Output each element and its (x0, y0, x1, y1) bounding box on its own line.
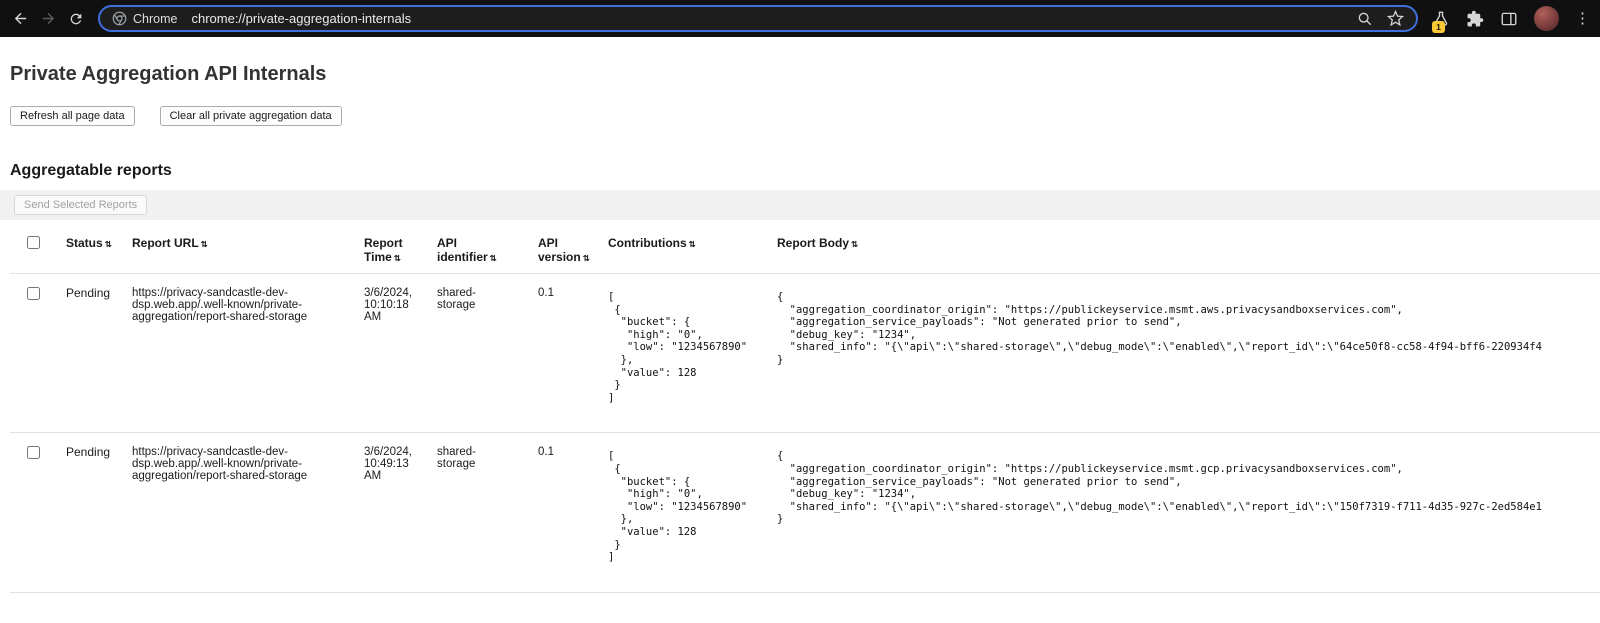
extension-action-button[interactable]: 1 (1432, 10, 1450, 28)
status-cell: Pending (66, 433, 132, 592)
report-time-cell: 3/6/2024, 10:10:18 AM (364, 274, 437, 433)
column-header-api-identifier[interactable]: API identifier⇅ (437, 226, 538, 274)
report-body-cell: { "aggregation_coordinator_origin": "htt… (777, 433, 1600, 592)
back-button[interactable] (6, 5, 34, 33)
report-url-cell: https://privacy-sandcastle-dev-dsp.web.a… (132, 274, 364, 433)
chrome-page-chip: Chrome (112, 11, 177, 26)
three-dot-menu-icon: ⋮ (1575, 11, 1590, 26)
reports-table: Status⇅ Report URL⇅ Report Time⇅ API ide… (10, 226, 1600, 593)
column-header-report-body[interactable]: Report Body⇅ (777, 226, 1600, 274)
contributions-json: [ { "bucket": { "high": "0", "low": "123… (608, 291, 765, 404)
sort-icon: ⇅ (689, 239, 696, 249)
contributions-json: [ { "bucket": { "high": "0", "low": "123… (608, 450, 765, 563)
reload-icon (68, 11, 84, 27)
reload-button[interactable] (62, 5, 90, 33)
url-text: chrome://private-aggregation-internals (191, 11, 411, 26)
sort-icon: ⇅ (583, 253, 590, 263)
browser-toolbar: Chrome chrome://private-aggregation-inte… (0, 0, 1600, 37)
forward-button[interactable] (34, 5, 62, 33)
column-header-contributions[interactable]: Contributions⇅ (608, 226, 777, 274)
table-toolbar: Send Selected Reports (0, 190, 1600, 220)
bookmark-button[interactable] (1387, 10, 1404, 27)
sort-icon: ⇅ (394, 253, 401, 263)
page-content: Private Aggregation API Internals Refres… (0, 63, 1600, 593)
status-cell: Pending (66, 274, 132, 433)
page-actions: Refresh all page data Clear all private … (10, 106, 1590, 126)
sort-icon: ⇅ (201, 239, 208, 249)
column-header-api-version[interactable]: API version⇅ (538, 226, 608, 274)
chrome-logo-icon (112, 11, 127, 26)
sort-icon: ⇅ (851, 239, 858, 249)
star-icon (1387, 10, 1404, 27)
row-checkbox[interactable] (27, 287, 40, 300)
puzzle-icon (1466, 10, 1484, 28)
select-all-checkbox[interactable] (27, 236, 40, 249)
side-panel-button[interactable] (1500, 10, 1518, 28)
extensions-button[interactable] (1466, 10, 1484, 28)
column-header-report-url[interactable]: Report URL⇅ (132, 226, 364, 274)
send-selected-reports-button[interactable]: Send Selected Reports (14, 195, 147, 215)
refresh-all-button[interactable]: Refresh all page data (10, 106, 135, 126)
avatar (1534, 6, 1559, 31)
report-time-cell: 3/6/2024, 10:49:13 AM (364, 433, 437, 592)
report-body-json: { "aggregation_coordinator_origin": "htt… (777, 450, 1600, 526)
sort-icon: ⇅ (490, 253, 497, 263)
zoom-button[interactable] (1357, 11, 1373, 27)
magnifier-icon (1357, 11, 1373, 27)
browser-menu-button[interactable]: ⋮ (1575, 11, 1590, 26)
contributions-cell: [ { "bucket": { "high": "0", "low": "123… (608, 433, 777, 592)
forward-arrow-icon (40, 10, 57, 27)
address-bar[interactable]: Chrome chrome://private-aggregation-inte… (98, 5, 1418, 32)
column-header-report-time[interactable]: Report Time⇅ (364, 226, 437, 274)
row-select-cell (10, 274, 66, 433)
select-all-cell (10, 226, 66, 274)
sort-icon: ⇅ (105, 239, 112, 249)
side-panel-icon (1500, 10, 1518, 28)
api-identifier-cell: shared-storage (437, 274, 538, 433)
chrome-chip-label: Chrome (133, 12, 177, 26)
contributions-cell: [ { "bucket": { "high": "0", "low": "123… (608, 274, 777, 433)
report-body-cell: { "aggregation_coordinator_origin": "htt… (777, 274, 1600, 433)
extension-badge: 1 (1432, 21, 1445, 33)
section-title: Aggregatable reports (10, 162, 1590, 180)
api-version-cell: 0.1 (538, 274, 608, 433)
report-body-json: { "aggregation_coordinator_origin": "htt… (777, 291, 1600, 367)
report-url-cell: https://privacy-sandcastle-dev-dsp.web.a… (132, 433, 364, 592)
table-row: Pending https://privacy-sandcastle-dev-d… (10, 274, 1600, 433)
page-title: Private Aggregation API Internals (10, 63, 1590, 86)
api-version-cell: 0.1 (538, 433, 608, 592)
back-arrow-icon (12, 10, 29, 27)
clear-all-button[interactable]: Clear all private aggregation data (160, 106, 342, 126)
column-header-status[interactable]: Status⇅ (66, 226, 132, 274)
header-row: Status⇅ Report URL⇅ Report Time⇅ API ide… (10, 226, 1600, 274)
table-row: Pending https://privacy-sandcastle-dev-d… (10, 433, 1600, 592)
row-select-cell (10, 433, 66, 592)
api-identifier-cell: shared-storage (437, 433, 538, 592)
row-checkbox[interactable] (27, 446, 40, 459)
profile-button[interactable] (1534, 6, 1559, 31)
